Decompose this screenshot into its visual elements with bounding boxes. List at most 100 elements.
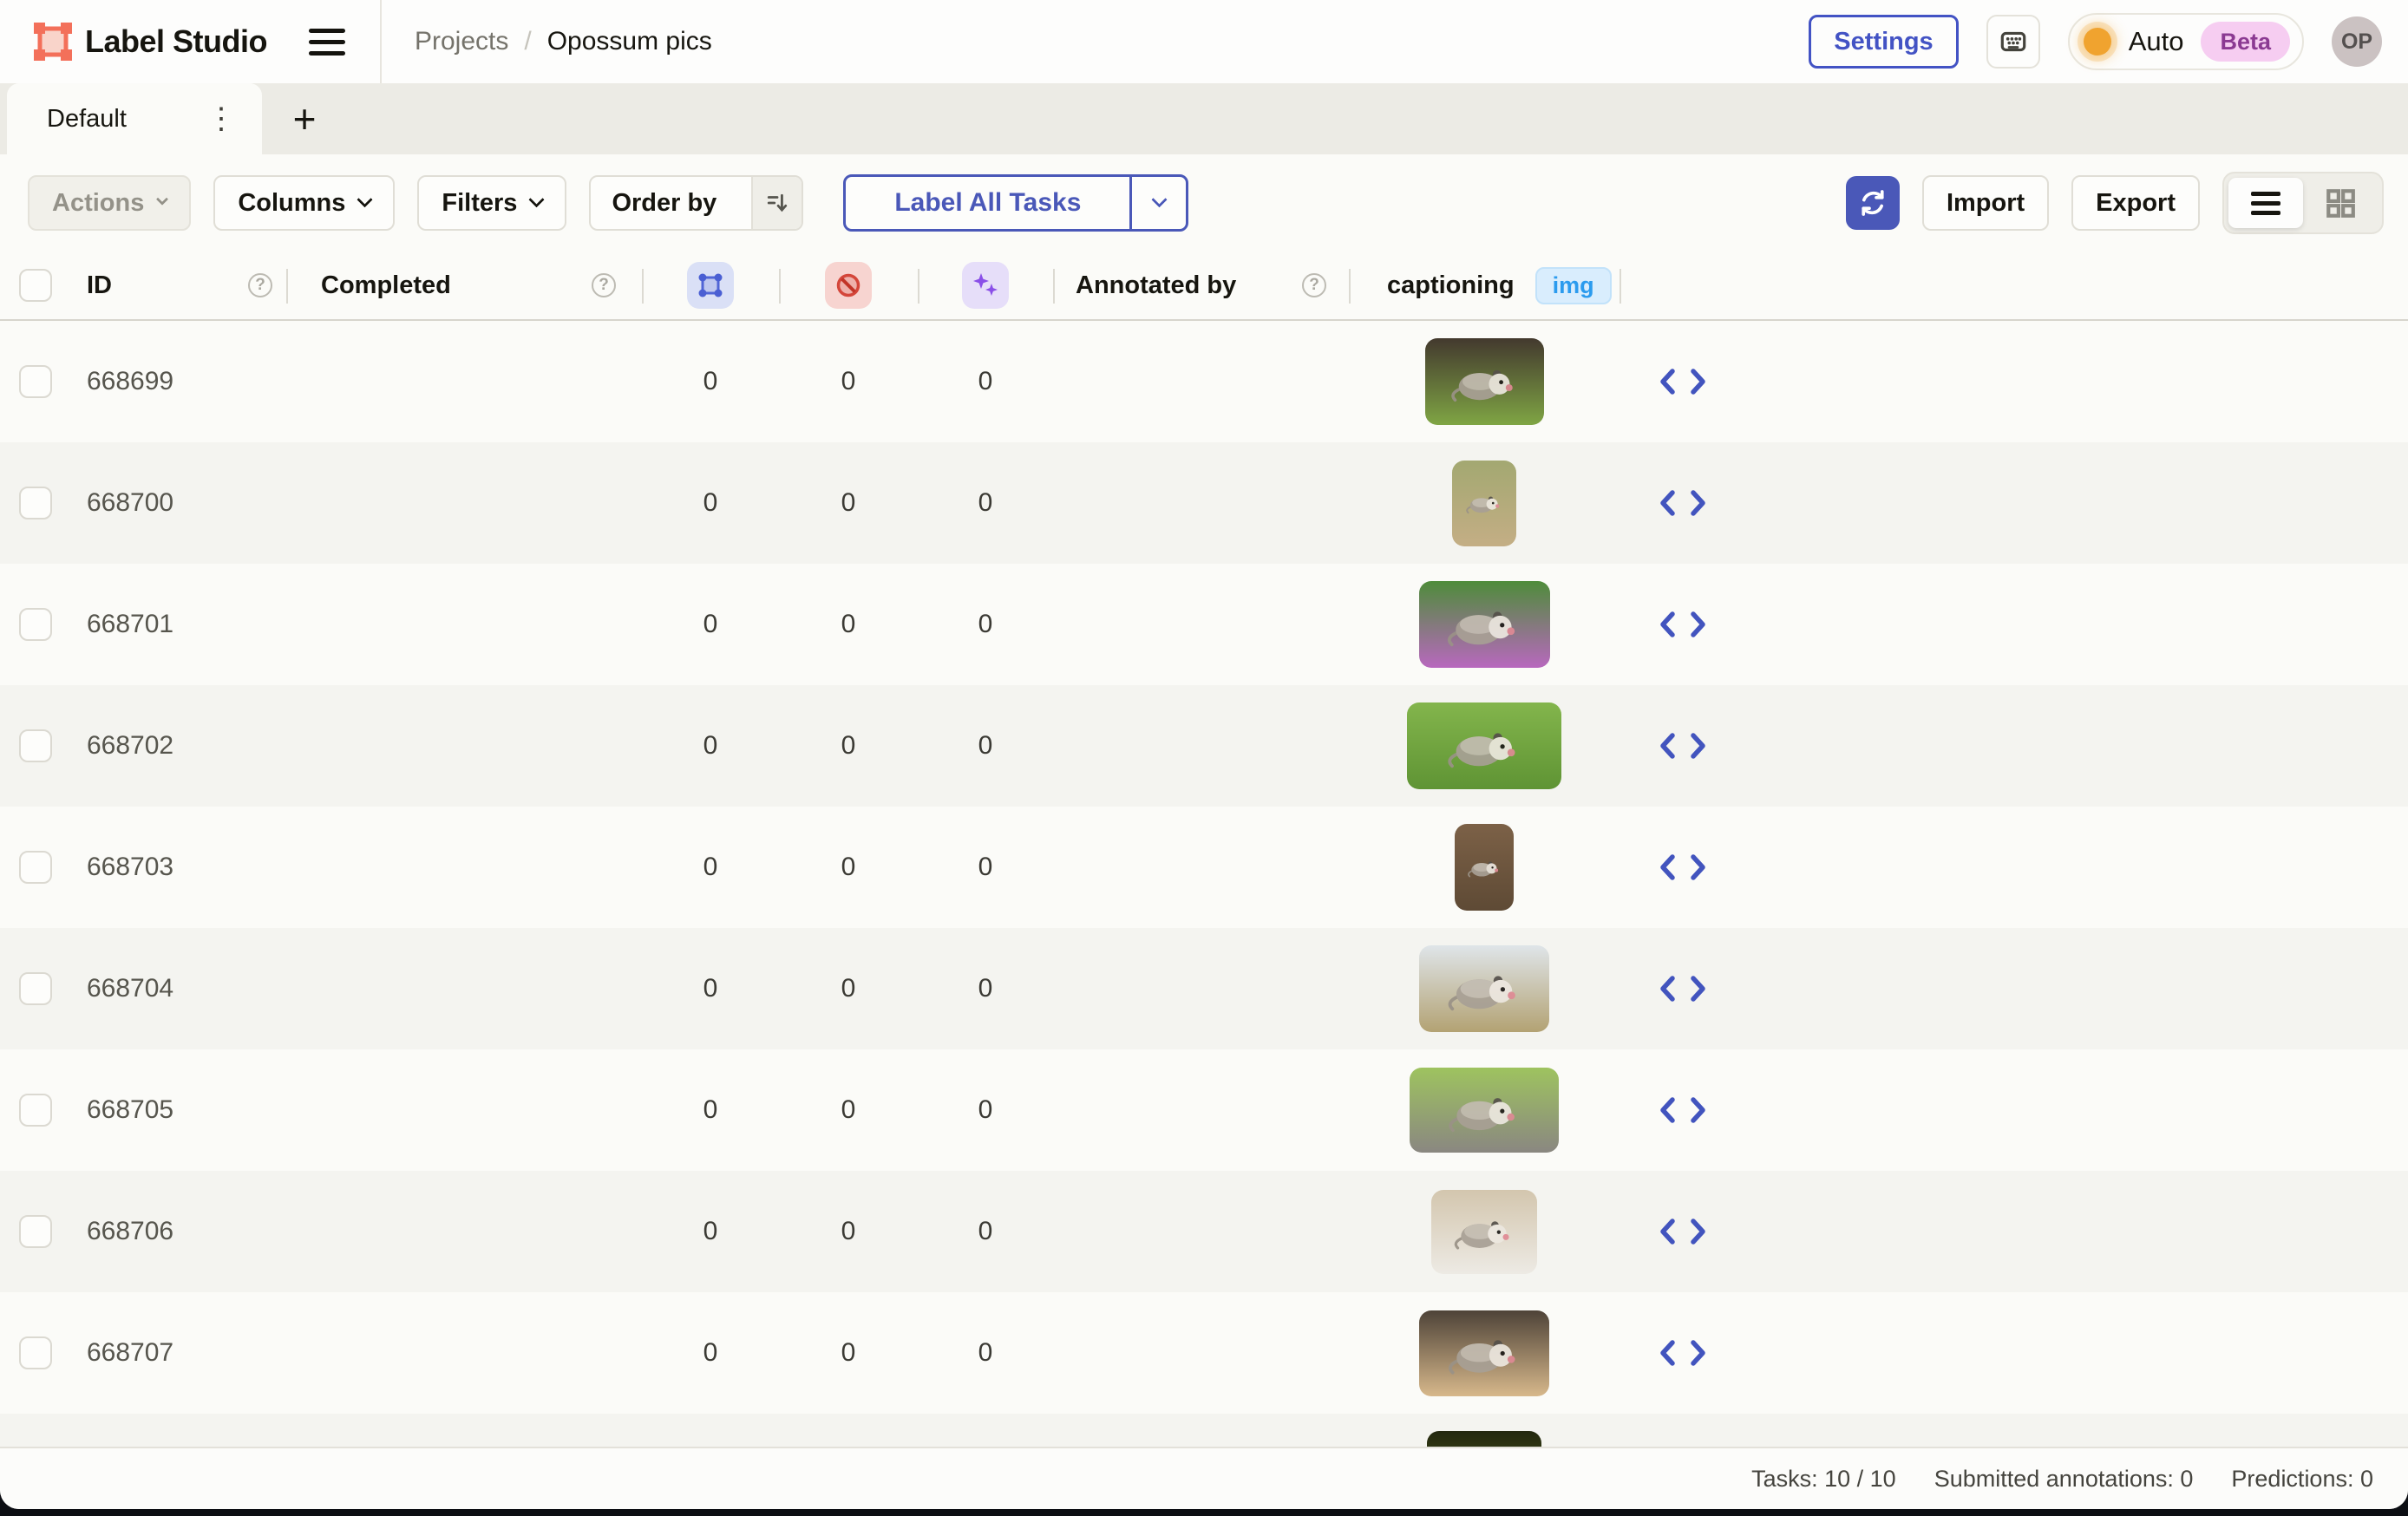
table-row[interactable]: 668700 0 0 0 bbox=[0, 442, 2408, 564]
view-source-button[interactable] bbox=[1659, 489, 1706, 517]
task-image-thumbnail[interactable] bbox=[1407, 702, 1561, 789]
table-row[interactable]: 668702 0 0 0 bbox=[0, 685, 2408, 807]
opossum-image bbox=[1466, 840, 1502, 894]
annotated-by-cell bbox=[1053, 442, 1349, 564]
task-image-thumbnail[interactable] bbox=[1419, 1310, 1549, 1396]
task-image-thumbnail[interactable] bbox=[1455, 824, 1514, 911]
grid-view-button[interactable] bbox=[2303, 178, 2378, 228]
view-source-button[interactable] bbox=[1659, 1339, 1706, 1367]
row-checkbox[interactable] bbox=[19, 851, 52, 884]
annotated-by-cell bbox=[1053, 564, 1349, 685]
table-row[interactable]: 668703 0 0 0 bbox=[0, 807, 2408, 928]
row-filler bbox=[1746, 1414, 2408, 1447]
add-tab-button[interactable]: + bbox=[274, 83, 335, 154]
task-image-thumbnail[interactable] bbox=[1431, 1190, 1537, 1274]
user-avatar[interactable]: OP bbox=[2332, 16, 2382, 67]
actions-button[interactable]: Actions bbox=[28, 175, 191, 231]
header-actions: Settings Auto Beta OP bbox=[1809, 13, 2408, 70]
view-source-button[interactable] bbox=[1659, 611, 1706, 638]
table-row[interactable] bbox=[0, 1414, 2408, 1447]
opossum-image bbox=[1448, 355, 1521, 408]
breadcrumb-projects[interactable]: Projects bbox=[415, 27, 508, 56]
hamburger-menu-icon[interactable] bbox=[309, 23, 345, 60]
top-header: Label Studio Projects / Opossum pics Set… bbox=[0, 0, 2408, 83]
view-source-button[interactable] bbox=[1659, 1218, 1706, 1245]
task-image-thumbnail[interactable] bbox=[1427, 1431, 1541, 1447]
view-source-button[interactable] bbox=[1659, 368, 1706, 395]
row-checkbox[interactable] bbox=[19, 1336, 52, 1369]
label-studio-logo[interactable]: Label Studio bbox=[33, 22, 267, 62]
completed-cell bbox=[286, 928, 642, 1049]
table-row[interactable]: 668704 0 0 0 bbox=[0, 928, 2408, 1049]
column-divider bbox=[1620, 269, 1621, 304]
row-checkbox[interactable] bbox=[19, 1215, 52, 1248]
task-image-thumbnail[interactable] bbox=[1425, 338, 1544, 425]
help-icon[interactable]: ? bbox=[592, 273, 616, 297]
row-checkbox[interactable] bbox=[19, 365, 52, 398]
export-button[interactable]: Export bbox=[2071, 175, 2200, 231]
help-icon[interactable]: ? bbox=[248, 273, 272, 297]
predictions-count-cell: 0 bbox=[918, 442, 1053, 564]
header-annotations-column bbox=[642, 262, 779, 309]
help-icon[interactable]: ? bbox=[1302, 273, 1326, 297]
header-annotated-by-column: Annotated by ? bbox=[1053, 271, 1349, 300]
cancelled-count-cell: 0 bbox=[779, 1171, 918, 1292]
view-source-button[interactable] bbox=[1659, 853, 1706, 881]
select-all-checkbox[interactable] bbox=[19, 269, 52, 302]
tab-default[interactable]: Default ⋮ bbox=[7, 83, 262, 154]
view-source-button[interactable] bbox=[1659, 975, 1706, 1003]
columns-button[interactable]: Columns bbox=[213, 175, 395, 231]
task-id: 668706 bbox=[87, 1217, 173, 1246]
table-row[interactable]: 668701 0 0 0 bbox=[0, 564, 2408, 685]
auto-label: Auto bbox=[2129, 26, 2184, 57]
row-filler bbox=[1746, 1292, 2408, 1414]
cancelled-count-cell: 0 bbox=[779, 685, 918, 807]
task-id: 668699 bbox=[87, 367, 173, 396]
table-row[interactable]: 668705 0 0 0 bbox=[0, 1049, 2408, 1171]
row-checkbox[interactable] bbox=[19, 729, 52, 762]
row-checkbox[interactable] bbox=[19, 608, 52, 641]
annotations-count-cell: 0 bbox=[642, 1049, 779, 1171]
breadcrumb-separator: / bbox=[524, 27, 531, 56]
label-studio-app: Label Studio Projects / Opossum pics Set… bbox=[0, 0, 2408, 1509]
predictions-count-cell: 0 bbox=[918, 807, 1053, 928]
refresh-button[interactable] bbox=[1846, 176, 1900, 230]
task-image-thumbnail[interactable] bbox=[1410, 1068, 1559, 1153]
row-checkbox[interactable] bbox=[19, 1094, 52, 1127]
cancelled-count-cell: 0 bbox=[779, 928, 918, 1049]
header-captioning-column: captioning img bbox=[1349, 267, 1620, 304]
table-row[interactable]: 668706 0 0 0 bbox=[0, 1171, 2408, 1292]
cancelled-count-cell: 0 bbox=[779, 807, 918, 928]
tasks-count: Tasks: 10 / 10 bbox=[1751, 1466, 1896, 1493]
table-row[interactable]: 668699 0 0 0 bbox=[0, 321, 2408, 442]
sort-direction-icon[interactable] bbox=[751, 177, 802, 229]
view-source-button[interactable] bbox=[1659, 732, 1706, 760]
keyboard-shortcuts-button[interactable] bbox=[1986, 15, 2040, 69]
table-row[interactable]: 668707 0 0 0 bbox=[0, 1292, 2408, 1414]
row-filler bbox=[1746, 1049, 2408, 1171]
completed-cell bbox=[286, 1171, 642, 1292]
chevron-down-icon bbox=[1151, 192, 1167, 207]
list-view-button[interactable] bbox=[2228, 178, 2303, 228]
task-image-thumbnail[interactable] bbox=[1419, 945, 1549, 1032]
keyboard-icon bbox=[1998, 26, 2029, 57]
import-button[interactable]: Import bbox=[1922, 175, 2049, 231]
settings-button[interactable]: Settings bbox=[1809, 15, 1958, 69]
opossum-image bbox=[1451, 1206, 1517, 1258]
order-by-button[interactable]: Order by bbox=[589, 175, 803, 231]
row-checkbox[interactable] bbox=[19, 972, 52, 1005]
label-all-tasks-dropdown[interactable] bbox=[1132, 177, 1186, 229]
auto-mode-toggle[interactable]: Auto Beta bbox=[2068, 13, 2304, 70]
tab-label: Default bbox=[47, 105, 127, 134]
filters-button[interactable]: Filters bbox=[417, 175, 566, 231]
row-checkbox[interactable] bbox=[19, 487, 52, 519]
chevron-down-icon bbox=[156, 193, 168, 206]
view-source-button[interactable] bbox=[1659, 1096, 1706, 1124]
label-all-tasks-button[interactable]: Label All Tasks bbox=[846, 177, 1129, 229]
task-image-thumbnail[interactable] bbox=[1419, 581, 1550, 668]
label-studio-logo-icon bbox=[33, 22, 73, 62]
task-image-thumbnail[interactable] bbox=[1452, 461, 1516, 546]
predictions-count: Predictions: 0 bbox=[2231, 1466, 2373, 1493]
annotations-count-cell: 0 bbox=[642, 685, 779, 807]
tab-options-kebab-icon[interactable]: ⋮ bbox=[206, 104, 236, 134]
